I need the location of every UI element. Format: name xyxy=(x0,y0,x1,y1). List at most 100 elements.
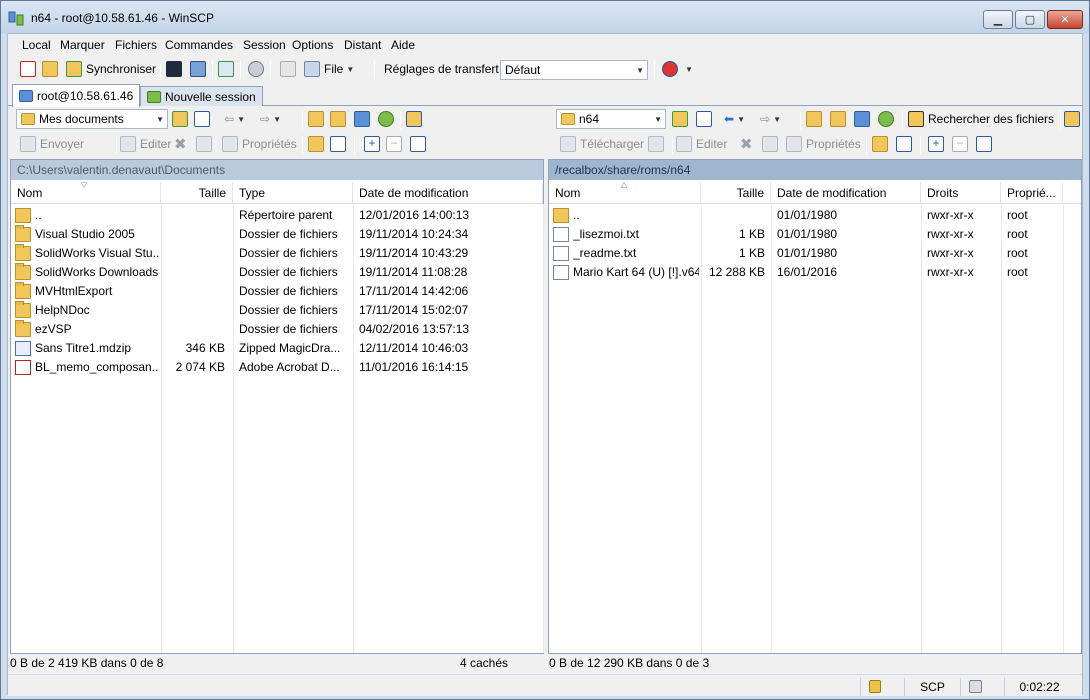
minimize-button[interactable]: ▁ xyxy=(983,10,1013,29)
sync-browse-button[interactable] xyxy=(42,60,62,78)
right-home-button[interactable] xyxy=(854,110,874,128)
left-forward-button[interactable]: ⇨ ▼ xyxy=(260,110,281,128)
file-row[interactable]: _lisezmoi.txt 1 KB 01/01/1980 rwxr-xr-x root xyxy=(549,225,1081,244)
synchronize-button[interactable]: Synchroniser xyxy=(66,60,156,78)
col-owner-header[interactable]: Proprié... xyxy=(1001,182,1063,204)
left-root-dir-button[interactable] xyxy=(330,110,350,128)
right-root-dir-button[interactable] xyxy=(830,110,850,128)
menu-distant[interactable]: Distant xyxy=(344,38,381,52)
menu-marquer[interactable]: Marquer xyxy=(60,38,105,52)
right-properties-button[interactable]: Propriétés xyxy=(786,135,861,153)
find-files-button[interactable]: Rechercher des fichiers xyxy=(908,110,1054,128)
col-size-header[interactable]: Taille xyxy=(161,182,233,204)
right-select-button[interactable]: + xyxy=(928,135,948,153)
col-type-header[interactable]: Type xyxy=(233,182,353,204)
right-tree-button[interactable] xyxy=(1064,110,1084,128)
console-button[interactable] xyxy=(166,60,186,78)
left-location-select[interactable]: Mes documents ▼ xyxy=(16,109,168,129)
file-row[interactable]: HelpNDoc Dossier de fichiers 17/11/2014 15… xyxy=(11,301,543,320)
left-properties-button[interactable]: Propriétés xyxy=(222,135,297,153)
protocol-indicator[interactable]: SCP xyxy=(904,678,960,696)
file-row[interactable]: .. Répertoire parent 12/01/2016 14:00:13 xyxy=(11,206,543,225)
right-back-button[interactable]: ⬅ ▼ xyxy=(724,110,745,128)
menu-fichiers[interactable]: Fichiers xyxy=(115,38,157,52)
close-button[interactable]: ✕ xyxy=(1047,10,1083,29)
menu-commandes[interactable]: Commandes xyxy=(165,38,233,52)
file-row[interactable]: Sans Titre1.mdzip 346 KB Zipped MagicDra..… xyxy=(11,339,543,358)
file-row[interactable]: .. 01/01/1980 rwxr-xr-x root xyxy=(549,206,1081,225)
right-parent-dir-button[interactable] xyxy=(806,110,826,128)
right-new-folder-button[interactable] xyxy=(872,135,892,153)
maximize-button[interactable]: ▢ xyxy=(1015,10,1045,29)
left-open-dir-button[interactable] xyxy=(172,110,192,128)
left-path-bar[interactable]: C:\Users\valentin.denavaut\Documents xyxy=(11,160,543,180)
right-rename-button[interactable] xyxy=(762,135,782,153)
file-row[interactable]: Mario Kart 64 (U) [!].v64 12 288 KB 16/01/… xyxy=(549,263,1081,282)
col-name-header[interactable]: △ Nom xyxy=(549,180,701,204)
menu-session[interactable]: Session xyxy=(243,38,286,52)
tab-session-root[interactable]: root@10.58.61.46 xyxy=(12,84,141,107)
right-unselect-button[interactable]: − xyxy=(952,135,972,153)
file-row[interactable]: ezVSP Dossier de fichiers 04/02/2016 13:57… xyxy=(11,320,543,339)
left-edit-button[interactable]: Editer xyxy=(120,135,171,153)
col-date-header[interactable]: Date de modification xyxy=(771,182,921,204)
file-row[interactable]: MVHtmlExport Dossier de fichiers 17/11/201… xyxy=(11,282,543,301)
right-path-bar[interactable]: /recalbox/share/roms/n64 xyxy=(549,160,1081,180)
minus-icon: − xyxy=(952,136,968,152)
right-location-select[interactable]: n64 ▼ xyxy=(556,109,666,129)
left-new-folder-button[interactable] xyxy=(308,135,328,153)
left-delete-button[interactable]: ✖ xyxy=(174,135,187,153)
upload-button[interactable]: Envoyer xyxy=(20,135,84,153)
right-new-file-button[interactable] xyxy=(896,135,916,153)
menu-options[interactable]: Options xyxy=(292,38,333,52)
refresh-icon xyxy=(878,111,894,127)
compression-indicator[interactable] xyxy=(960,678,1004,696)
col-name-header[interactable]: ▽ Nom xyxy=(11,180,161,204)
left-rename-button[interactable] xyxy=(196,135,216,153)
left-home-button[interactable] xyxy=(354,110,374,128)
left-back-button[interactable]: ⇦ ▼ xyxy=(224,110,245,128)
toolbar-separator xyxy=(160,61,161,79)
file-row[interactable]: SolidWorks Downloads Dossier de fichiers 1… xyxy=(11,263,543,282)
file-row[interactable]: _readme.txt 1 KB 01/01/1980 rwxr-xr-x root xyxy=(549,244,1081,263)
left-tree-button[interactable] xyxy=(406,110,426,128)
refresh-queue-button[interactable] xyxy=(218,60,238,78)
left-refresh-button[interactable] xyxy=(378,110,398,128)
left-filter-select-button[interactable] xyxy=(410,135,430,153)
left-filter-button[interactable] xyxy=(194,110,214,128)
left-new-file-button[interactable] xyxy=(330,135,350,153)
right-refresh-button[interactable] xyxy=(878,110,898,128)
reconnect-button[interactable]: ▼ xyxy=(662,60,693,78)
right-forward-button[interactable]: ⇨ ▼ xyxy=(760,110,781,128)
menu-aide[interactable]: Aide xyxy=(391,38,415,52)
left-unselect-button[interactable]: − xyxy=(386,135,406,153)
file-owner: root xyxy=(1007,227,1028,241)
toolbar-separator xyxy=(920,136,921,154)
right-filter-button[interactable] xyxy=(696,110,716,128)
download-button[interactable]: Télécharger xyxy=(560,135,644,153)
right-queue-button[interactable] xyxy=(648,135,668,153)
encryption-indicator[interactable] xyxy=(860,678,904,696)
col-rights-header[interactable]: Droits xyxy=(921,182,1001,204)
right-filter-select-button[interactable] xyxy=(976,135,996,153)
right-delete-button[interactable]: ✖ xyxy=(740,135,753,153)
file-row[interactable]: Visual Studio 2005 Dossier de fichiers 19/… xyxy=(11,225,543,244)
right-open-dir-button[interactable] xyxy=(672,110,692,128)
tab-new-session[interactable]: Nouvelle session xyxy=(140,86,263,106)
menu-local[interactable]: Local xyxy=(22,38,51,52)
transfer-settings-select[interactable]: Défaut ▼ xyxy=(500,60,648,80)
clipboard-button[interactable] xyxy=(280,60,300,78)
col-size-header[interactable]: Taille xyxy=(701,182,771,204)
col-date-header[interactable]: Date de modification xyxy=(353,182,543,204)
left-select-button[interactable]: + xyxy=(364,135,384,153)
preferences-button[interactable] xyxy=(248,60,268,78)
putty-button[interactable] xyxy=(190,60,210,78)
right-edit-button[interactable]: Editer xyxy=(676,135,727,153)
compare-dirs-button[interactable] xyxy=(20,60,40,78)
file-type: Dossier de fichiers xyxy=(239,227,338,241)
file-row[interactable]: BL_memo_composan... 2 074 KB Adobe Acrobat… xyxy=(11,358,543,377)
file-menu-button[interactable]: File ▼ xyxy=(304,60,354,78)
file-row[interactable]: SolidWorks Visual Stu... Dossier de fichi… xyxy=(11,244,543,263)
left-parent-dir-button[interactable] xyxy=(308,110,328,128)
tab-label: root@10.58.61.46 xyxy=(37,89,134,103)
